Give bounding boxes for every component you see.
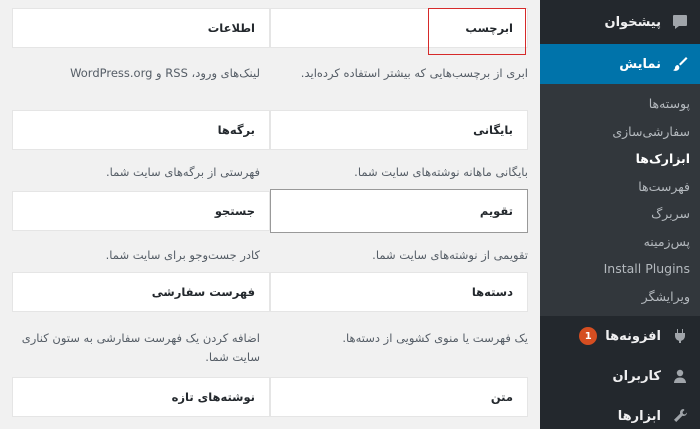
menu-label: ابزارها [617,408,661,424]
submenu-themes[interactable]: پوسته‌ها [540,90,700,118]
widget-title: اطلاعات [207,21,255,35]
menu-label: پیشخوان [604,14,662,30]
dashboard-icon [670,12,690,32]
widget-description: اضافه کردن یک فهرست سفارشی به ستون کناری… [21,331,260,364]
submenu-background[interactable]: پس‌زمینه [540,228,700,256]
menu-label: کاربران [612,368,661,384]
menu-plugins[interactable]: افزونه‌ها 1 [540,316,700,356]
widget-title: فهرست سفارشی [151,285,255,299]
widget-archives[interactable]: بایگانی [270,110,528,150]
widget-description: لینک‌های ورود، RSS و WordPress.org [70,66,260,80]
widget-description: تقویمی از نوشته‌های سایت شما. [372,248,528,262]
widget-text[interactable]: متن [270,377,528,417]
widget-title: دسته‌ها [471,285,513,299]
widget-description: یک فهرست یا منوی کشویی از دسته‌ها. [342,331,528,345]
wrench-icon [670,406,690,426]
widget-calendar[interactable]: تقویم [270,189,528,233]
widget-description: فهرستی از برگه‌های سایت شما. [105,165,260,179]
widget-pages[interactable]: برگه‌ها [12,110,270,150]
widget-search[interactable]: جستجو [12,191,270,231]
available-widgets: ابرچسب ابری از برچسب‌هایی که بیشتر استفا… [0,0,540,429]
widget-tag-cloud[interactable]: ابرچسب [270,8,528,48]
update-count-badge: 1 [579,327,598,345]
appearance-submenu: پوسته‌ها سفارشی‌سازی ابزارک‌ها فهرست‌ها … [540,84,700,316]
menu-label: افزونه‌ها [605,328,661,344]
widget-title: ابرچسب [465,21,513,35]
widget-title: بایگانی [473,123,513,137]
menu-users[interactable]: کاربران [540,356,700,396]
submenu-editor[interactable]: ویرایشگر [540,283,700,311]
submenu-install-plugins[interactable]: Install Plugins [540,255,700,283]
widget-categories[interactable]: دسته‌ها [270,272,528,312]
widget-recent-posts[interactable]: نوشته‌های تازه [12,377,270,417]
submenu-customize[interactable]: سفارشی‌سازی [540,118,700,146]
widget-title: برگه‌ها [217,123,255,137]
widget-description: ابری از برچسب‌هایی که بیشتر استفاده کرده… [300,66,528,80]
paintbrush-icon [670,54,690,74]
plugin-icon [670,326,690,346]
admin-sidebar: پیشخوان نمایش پوسته‌ها سفارشی‌سازی ابزار… [532,0,700,429]
widget-title: جستجو [214,204,255,218]
widget-meta[interactable]: اطلاعات [12,8,270,48]
widget-title: نوشته‌های تازه [171,390,255,404]
menu-label: نمایش [619,56,661,72]
widget-description: کادر جست‌وجو برای سایت شما. [105,248,260,262]
submenu-widgets[interactable]: ابزارک‌ها [540,145,700,173]
submenu-header[interactable]: سربرگ [540,200,700,228]
menu-appearance[interactable]: نمایش [532,44,700,84]
widget-title: متن [490,390,513,404]
widget-title: تقویم [479,204,513,218]
users-icon [670,366,690,386]
widget-description: بایگانی ماهانه نوشته‌های سایت شما. [354,165,528,179]
submenu-menus[interactable]: فهرست‌ها [540,173,700,201]
menu-tools[interactable]: ابزارها [540,396,700,429]
widget-custom-menu[interactable]: فهرست سفارشی [12,272,270,312]
menu-dashboard[interactable]: پیشخوان [540,0,700,44]
